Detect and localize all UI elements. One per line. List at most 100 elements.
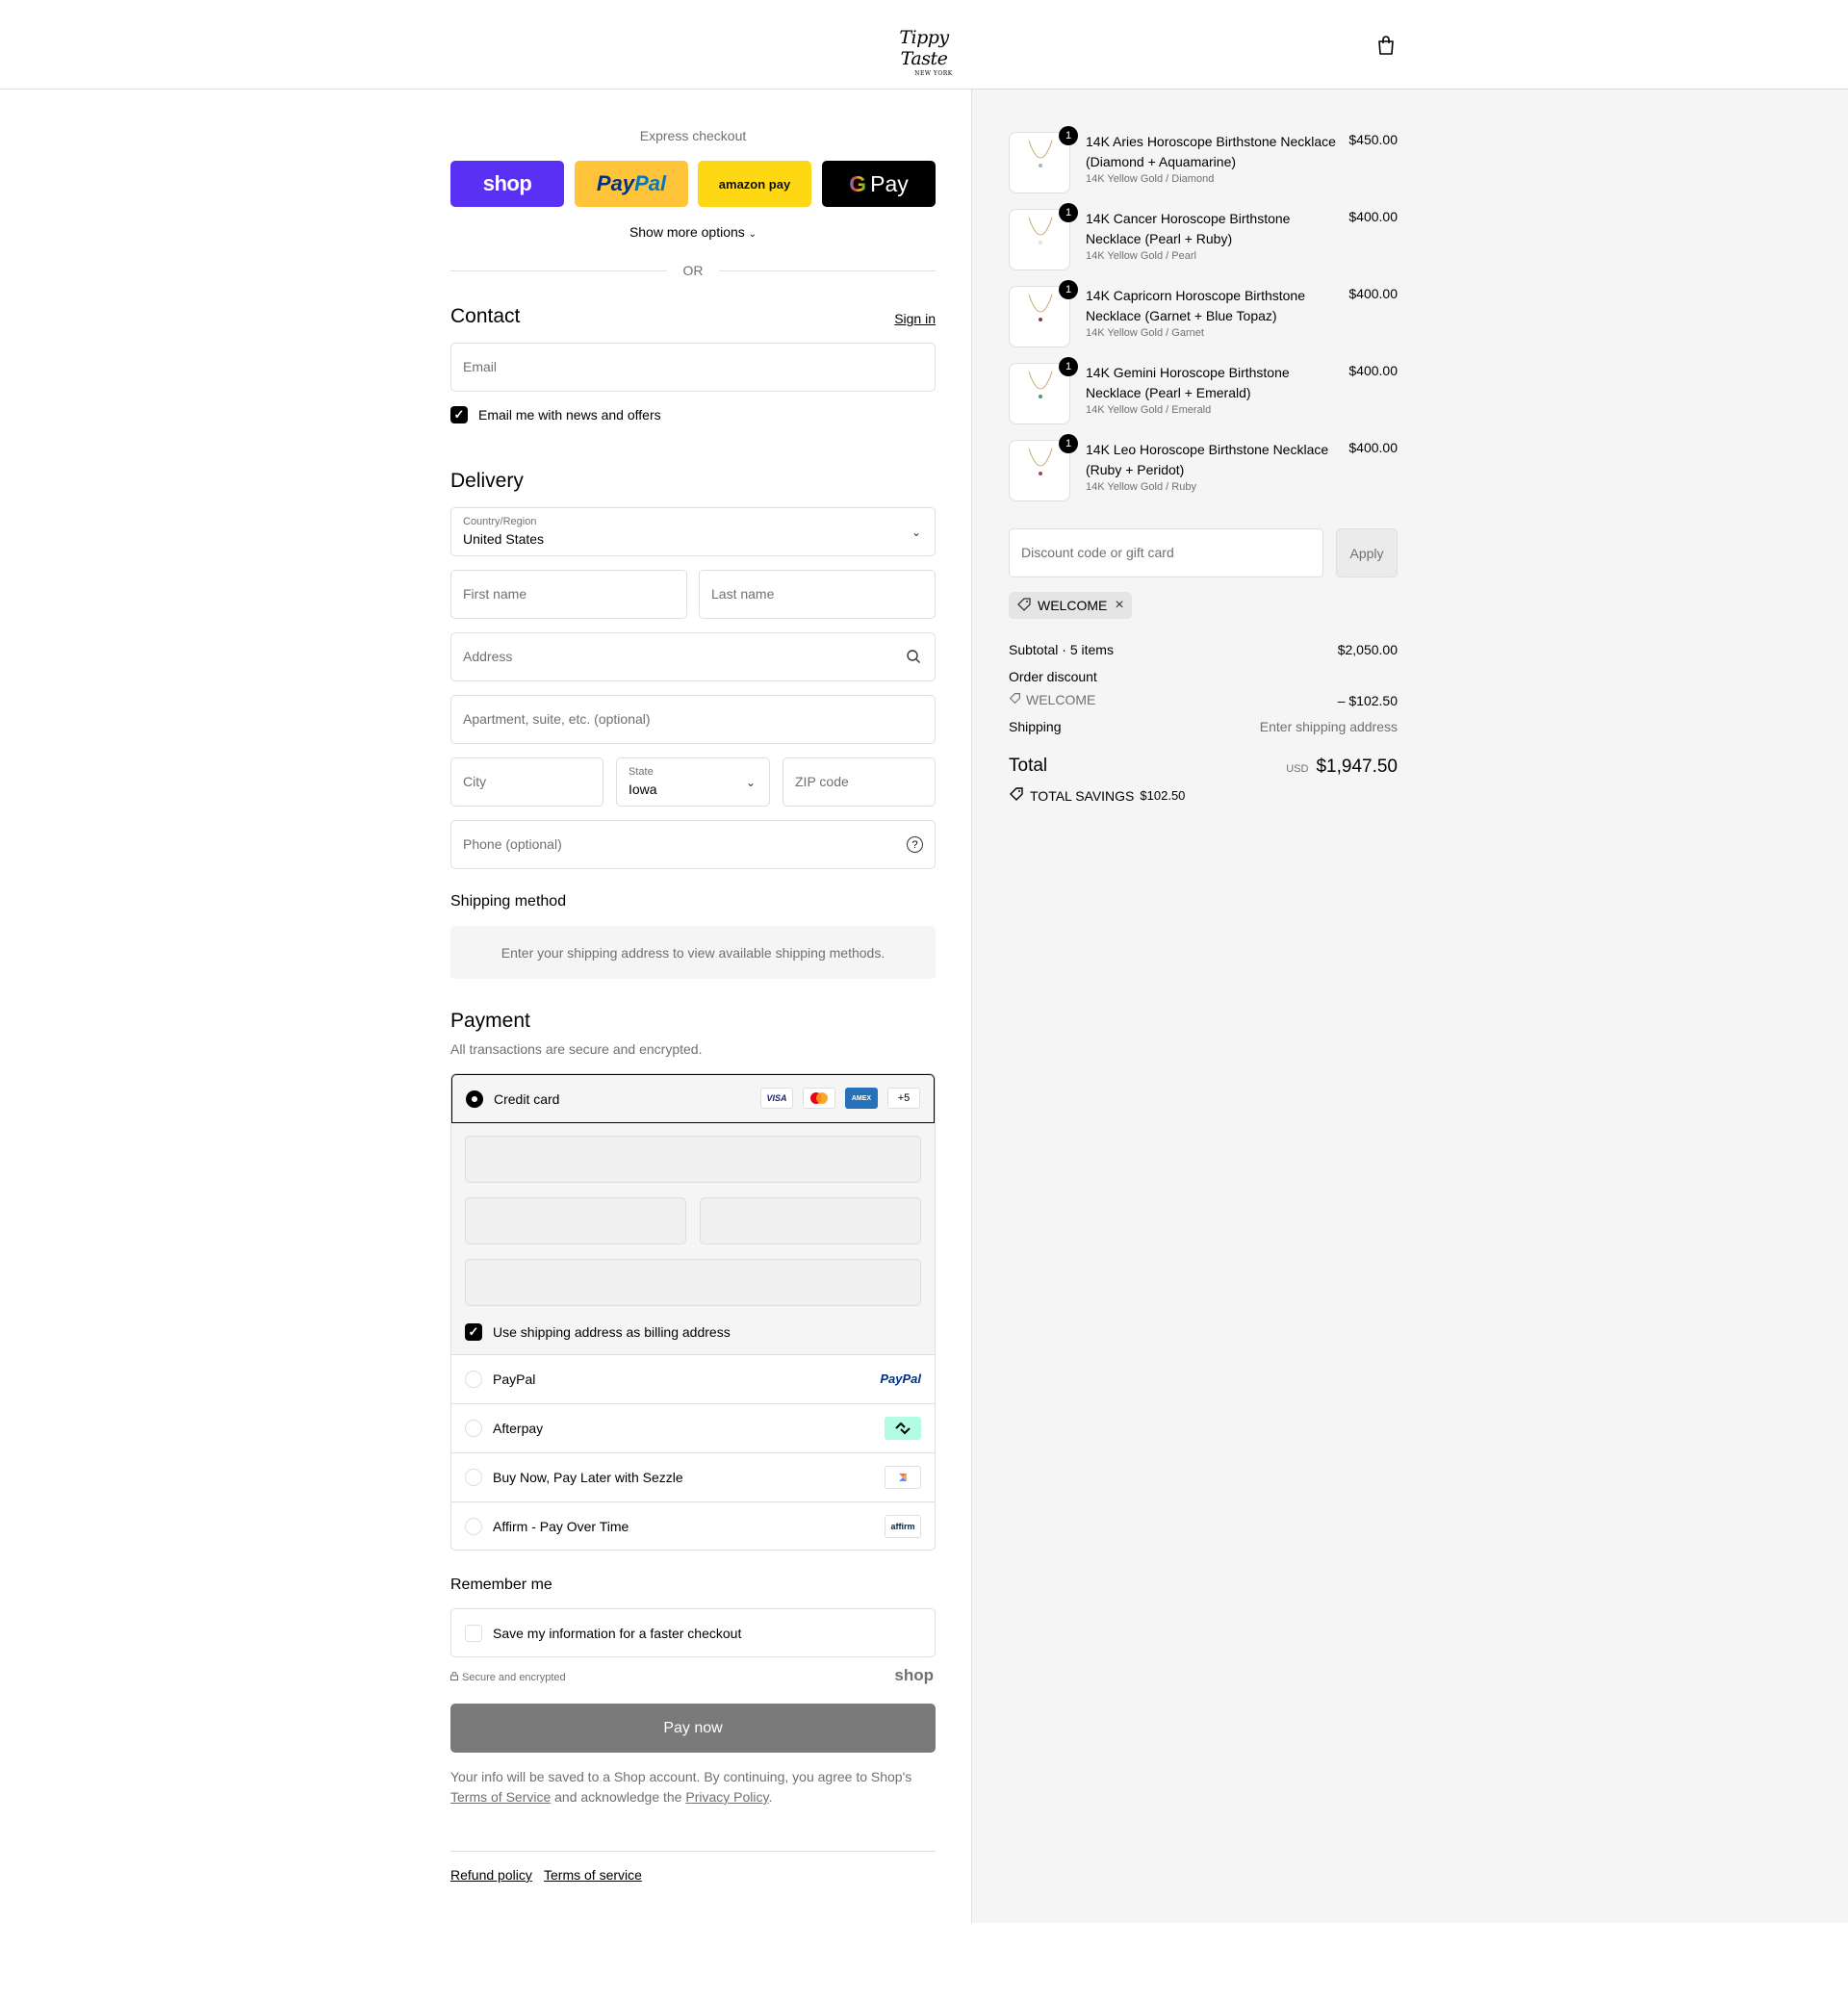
- shop-pay-button[interactable]: shop: [450, 161, 564, 207]
- refund-policy-link[interactable]: Refund policy: [450, 1867, 532, 1883]
- terms-of-service-link[interactable]: Terms of service: [544, 1867, 642, 1883]
- logo-sub: NEW YORK: [914, 70, 953, 77]
- paypal-radio[interactable]: [465, 1371, 482, 1388]
- logo-main: Tippy Taste: [899, 27, 949, 69]
- discount-code-field[interactable]: Discount code or gift card: [1009, 528, 1323, 577]
- shipping-label: Shipping: [1009, 719, 1062, 734]
- sezzle-option[interactable]: Buy Now, Pay Later with Sezzle: [451, 1452, 935, 1501]
- news-checkbox[interactable]: ✓: [450, 406, 468, 423]
- sezzle-radio[interactable]: [465, 1469, 482, 1486]
- order-item: 1 14K Cancer Horoscope Birthstone Neckla…: [1009, 203, 1398, 270]
- discount-code-row: WELCOME: [1009, 692, 1095, 707]
- paypal-option[interactable]: PayPal PayPal: [451, 1354, 935, 1403]
- item-details: 14K Cancer Horoscope Birthstone Necklace…: [1086, 209, 1336, 262]
- order-discount-label: Order discount: [1009, 669, 1097, 684]
- applied-discount-chip: WELCOME ×: [1009, 592, 1132, 619]
- header: Tippy Taste NEW YORK: [0, 0, 1848, 90]
- save-info-box[interactable]: Save my information for a faster checkou…: [450, 1608, 936, 1657]
- or-divider: OR: [450, 261, 936, 280]
- billing-checkbox[interactable]: ✓: [465, 1323, 482, 1341]
- google-pay-button[interactable]: G Pay: [822, 161, 936, 207]
- express-checkout-title: Express checkout: [639, 128, 747, 143]
- save-info-checkbox[interactable]: [465, 1625, 482, 1642]
- item-details: 14K Aries Horoscope Birthstone Necklace …: [1086, 132, 1336, 185]
- item-name: 14K Capricorn Horoscope Birthstone Neckl…: [1086, 288, 1306, 323]
- pay-now-label: Pay now: [663, 1719, 723, 1736]
- sezzle-icon: [885, 1466, 921, 1489]
- shopping-bag-icon[interactable]: [1376, 35, 1396, 56]
- afterpay-option[interactable]: Afterpay: [451, 1403, 935, 1452]
- email-field[interactable]: Email: [450, 343, 936, 392]
- zip-field[interactable]: ZIP code: [783, 757, 936, 807]
- google-pay-label: Pay: [870, 170, 909, 196]
- total-savings: TOTAL SAVINGS $102.50: [1009, 786, 1185, 805]
- remove-discount-icon[interactable]: ×: [1115, 597, 1123, 614]
- discount-placeholder: Discount code or gift card: [1021, 545, 1174, 560]
- currency-code: USD: [1286, 763, 1309, 775]
- affirm-radio[interactable]: [465, 1518, 482, 1535]
- item-name: 14K Gemini Horoscope Birthstone Necklace…: [1086, 365, 1290, 400]
- country-label: Country/Region: [463, 516, 537, 527]
- mastercard-icon: [803, 1088, 835, 1109]
- card-expiry-field[interactable]: [465, 1197, 686, 1244]
- footer-divider: [450, 1851, 936, 1852]
- item-details: 14K Capricorn Horoscope Birthstone Neckl…: [1086, 286, 1336, 339]
- store-logo[interactable]: Tippy Taste NEW YORK: [878, 27, 970, 77]
- order-item: 1 14K Leo Horoscope Birthstone Necklace …: [1009, 434, 1398, 501]
- first-name-field[interactable]: First name: [450, 570, 687, 619]
- order-item: 1 14K Capricorn Horoscope Birthstone Nec…: [1009, 280, 1398, 347]
- item-variant: 14K Yellow Gold / Diamond: [1086, 173, 1215, 185]
- discount-value: – $102.50: [1337, 693, 1398, 708]
- address-field[interactable]: Address: [450, 632, 936, 681]
- item-name: 14K Leo Horoscope Birthstone Necklace (R…: [1086, 442, 1329, 477]
- apartment-field[interactable]: Apartment, suite, etc. (optional): [450, 695, 936, 744]
- quantity-badge: 1: [1059, 280, 1078, 299]
- privacy-policy-link[interactable]: Privacy Policy: [685, 1789, 768, 1805]
- help-icon[interactable]: ?: [907, 836, 923, 853]
- item-price: $400.00: [1348, 440, 1398, 455]
- show-more-options[interactable]: Show more options ⌄: [450, 224, 936, 240]
- savings-label: TOTAL SAVINGS: [1030, 787, 1135, 804]
- affirm-option[interactable]: Affirm - Pay Over Time affirm: [451, 1501, 935, 1550]
- shipping-method-heading: Shipping method: [450, 893, 567, 910]
- phone-field[interactable]: Phone (optional) ?: [450, 820, 936, 869]
- card-name-field[interactable]: [465, 1259, 921, 1306]
- discount-code-label: WELCOME: [1026, 692, 1096, 707]
- quantity-badge: 1: [1059, 434, 1078, 453]
- card-cvv-field[interactable]: [700, 1197, 921, 1244]
- tag-icon: [1016, 597, 1032, 615]
- search-icon: [906, 649, 921, 669]
- pay-now-button[interactable]: Pay now: [450, 1704, 936, 1753]
- sign-in-link[interactable]: Sign in: [894, 311, 936, 326]
- amex-icon: AMEX: [845, 1088, 878, 1109]
- paypal-pay-text: Pay: [596, 171, 635, 195]
- card-number-field[interactable]: [465, 1136, 921, 1183]
- payment-heading: Payment: [450, 1010, 530, 1032]
- first-name-placeholder: First name: [463, 586, 527, 602]
- lock-icon: [450, 1672, 458, 1683]
- credit-card-radio[interactable]: [466, 1090, 483, 1108]
- state-label: State: [629, 766, 654, 778]
- afterpay-radio[interactable]: [465, 1420, 482, 1437]
- item-price: $400.00: [1348, 209, 1398, 224]
- apply-label: Apply: [1349, 545, 1384, 561]
- item-details: 14K Gemini Horoscope Birthstone Necklace…: [1086, 363, 1336, 416]
- paypal-button[interactable]: Pay Pal: [575, 161, 688, 207]
- last-name-field[interactable]: Last name: [699, 570, 936, 619]
- shop-terms-link[interactable]: Terms of Service: [450, 1789, 551, 1805]
- legal-mid: and acknowledge the: [554, 1789, 682, 1805]
- state-select[interactable]: State Iowa ⌄: [616, 757, 770, 807]
- shipping-method-notice: Enter your shipping address to view avai…: [450, 926, 936, 979]
- city-field[interactable]: City: [450, 757, 603, 807]
- apply-button[interactable]: Apply: [1336, 528, 1398, 577]
- secure-note: Secure and encrypted: [450, 1672, 566, 1683]
- paypal-option-label: PayPal: [493, 1372, 536, 1387]
- shipping-value: Enter shipping address: [1259, 719, 1398, 734]
- credit-card-option[interactable]: Credit card VISA AMEX +5: [451, 1074, 935, 1123]
- remember-heading: Remember me: [450, 1577, 552, 1593]
- quantity-badge: 1: [1059, 357, 1078, 376]
- country-select[interactable]: Country/Region United States ⌄: [450, 507, 936, 556]
- item-price: $450.00: [1348, 132, 1398, 147]
- amazon-pay-button[interactable]: amazon pay: [698, 161, 811, 207]
- paypal-pal-text: Pal: [634, 171, 667, 195]
